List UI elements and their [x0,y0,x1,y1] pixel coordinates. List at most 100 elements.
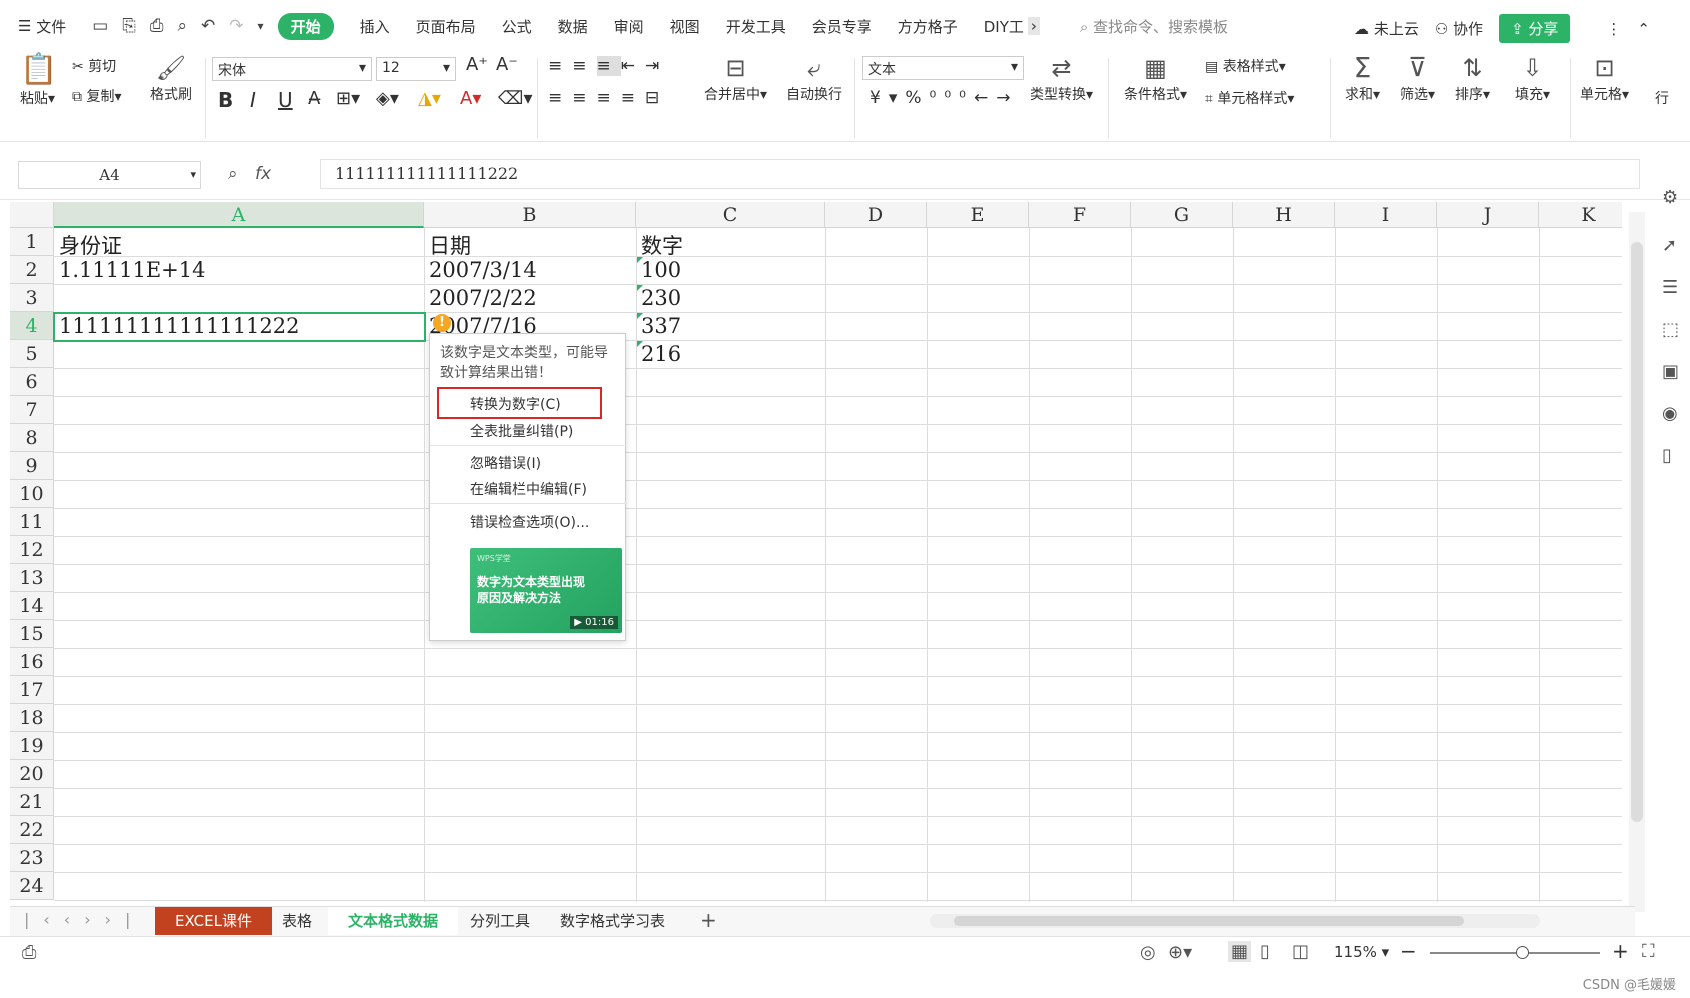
image-icon[interactable]: ▣ [1662,361,1679,382]
row-header-19[interactable]: 19 [10,732,54,760]
sheet-nav-icons[interactable]: |‹‹››| [24,910,144,929]
cell-b2[interactable]: 2007/3/14 [426,258,634,282]
formula-input[interactable]: 111111111111111222 [320,159,1640,189]
cell-b1[interactable]: 日期 [426,230,634,260]
warning-icon[interactable]: ! [433,314,451,332]
row-header-22[interactable]: 22 [10,816,54,844]
hscroll-thumb[interactable] [954,916,1464,926]
row-button[interactable]: 行 [1655,88,1669,108]
tab-insert[interactable]: 插入 [360,16,390,37]
compass-icon[interactable]: ◉ [1662,403,1678,424]
cell-c1[interactable]: 数字 [638,230,823,260]
tutorial-video-thumbnail[interactable]: WPS学堂 数字为文本类型出现原因及解决方法 ▶ 01:16 [470,548,622,633]
row-header-17[interactable]: 17 [10,676,54,704]
sheet-tab-excel-course[interactable]: EXCEL课件 [155,907,272,935]
error-options-item[interactable]: 错误检查选项(O)... [470,512,589,532]
cell-a1[interactable]: 身份证 [56,230,422,260]
cell-b3[interactable]: 2007/2/22 [426,286,634,310]
cut-button[interactable]: ✂ 剪切 [72,56,116,76]
number-format-select[interactable]: 文本 ▾ [862,56,1024,80]
tab-ffcell[interactable]: 方方格子 [898,16,958,37]
export-icon[interactable]: ⎘ [122,16,136,36]
row-header-15[interactable]: 15 [10,620,54,648]
quick-access-dropdown-icon[interactable]: ▾ [258,19,264,33]
type-convert-button[interactable]: ⇄ 类型转换▾ [1030,52,1093,104]
cell-button[interactable]: ⊡ 单元格▾ [1580,52,1629,104]
macro-icon[interactable]: ⎙ [22,942,36,963]
undo-icon[interactable]: ↶ [201,16,215,36]
column-header-j[interactable]: J [1437,202,1539,228]
grow-font-icon[interactable]: A⁺ [466,54,488,75]
select-all-corner[interactable] [10,202,54,228]
split-view-icon[interactable]: ◫ [1292,941,1309,962]
filter-button[interactable]: ⊽ 筛选▾ [1400,52,1435,104]
row-header-23[interactable]: 23 [10,844,54,872]
row-header-4[interactable]: 4 [10,312,54,340]
tab-data[interactable]: 数据 [558,16,588,37]
zoom-out-icon[interactable]: − [1400,939,1417,963]
row-header-14[interactable]: 14 [10,592,54,620]
number-tools-icons[interactable]: ¥▾%⁰⁰⁰←→ [870,88,1018,108]
search-command[interactable]: ⌕ 查找命令、搜索模板 [1080,16,1228,37]
merge-center-button[interactable]: ⊟ 合并居中▾ [704,52,767,104]
column-header-g[interactable]: G [1131,202,1233,228]
sheet-tab-table[interactable]: 表格 [262,907,332,935]
horizontal-scrollbar[interactable] [930,914,1540,928]
cell-c4[interactable]: 337 [638,314,823,338]
wrap-text-button[interactable]: ⤶ 自动换行 [786,52,842,104]
cell-style-button[interactable]: ⌗ 单元格样式▾ [1205,88,1294,108]
tab-page-layout[interactable]: 页面布局 [416,16,476,37]
add-sheet-icon[interactable]: + [700,908,717,932]
strikethrough-icon[interactable]: A̶ [308,88,320,109]
format-painter-button[interactable]: 🖌 格式刷 [150,52,192,104]
book-icon[interactable]: ▯ [1662,445,1672,466]
center-icon[interactable]: ⊕▾ [1168,942,1192,963]
row-header-7[interactable]: 7 [10,396,54,424]
row-header-18[interactable]: 18 [10,704,54,732]
page-view-icon[interactable]: ▯ [1260,941,1270,962]
row-header-12[interactable]: 12 [10,536,54,564]
column-header-h[interactable]: H [1233,202,1335,228]
save-icon[interactable]: ▭ [92,16,108,36]
paste-button[interactable]: 📋 粘贴▾ [20,52,57,108]
column-header-f[interactable]: F [1029,202,1131,228]
font-size-select[interactable]: 12 ▾ [376,57,456,81]
row-header-2[interactable]: 2 [10,256,54,284]
edit-in-formula-bar-item[interactable]: 在编辑栏中编辑(F) [470,479,587,499]
sheet-tab-text-format[interactable]: 文本格式数据 [328,907,459,935]
sum-button[interactable]: Σ 求和▾ [1345,52,1380,104]
copy-button[interactable]: ⧉ 复制▾ [72,86,121,106]
zoom-formula-icon[interactable]: ⌕ [228,164,238,184]
selection-icon[interactable]: ⬚ [1662,319,1679,340]
normal-view-icon[interactable]: ▦ [1228,941,1252,962]
row-header-3[interactable]: 3 [10,284,54,312]
share-button[interactable]: ⇪ 分享 [1499,14,1571,43]
highlight-icon[interactable]: ◮▾ [418,88,441,109]
batch-fix-item[interactable]: 全表批量纠错(P) [470,421,573,441]
tab-formula[interactable]: 公式 [502,16,532,37]
preview-icon[interactable]: ⌕ [178,16,188,36]
cell-c2[interactable]: 100 [638,258,823,282]
column-header-a[interactable]: A [54,202,424,228]
collab-button[interactable]: ⚇ 协作 [1435,18,1483,39]
tab-member[interactable]: 会员专享 [812,16,872,37]
cursor-icon[interactable]: ➚ [1662,235,1677,256]
more-menu-icon[interactable]: ⋮ [1606,20,1621,38]
vertical-scrollbar[interactable] [1629,212,1645,912]
valign-icons[interactable]: ≡≡≡⇤⇥ [548,56,669,76]
bold-icon[interactable]: B [218,88,233,112]
row-header-9[interactable]: 9 [10,452,54,480]
clear-format-icon[interactable]: ⌫▾ [498,88,533,109]
column-header-c[interactable]: C [636,202,825,228]
cell-c5[interactable]: 216 [638,342,823,366]
underline-icon[interactable]: U [278,88,293,112]
sheet-tab-split-tool[interactable]: 分列工具 [450,907,550,935]
column-header-k[interactable]: K [1539,202,1622,228]
more-tabs-arrow-icon[interactable]: › [1027,17,1040,35]
scroll-thumb[interactable] [1631,242,1643,822]
cell-c3[interactable]: 230 [638,286,823,310]
row-header-8[interactable]: 8 [10,424,54,452]
sliders-icon[interactable]: ☰ [1662,277,1678,298]
italic-icon[interactable]: I [250,88,256,112]
font-family-select[interactable]: 宋体 ▾ [212,57,372,81]
